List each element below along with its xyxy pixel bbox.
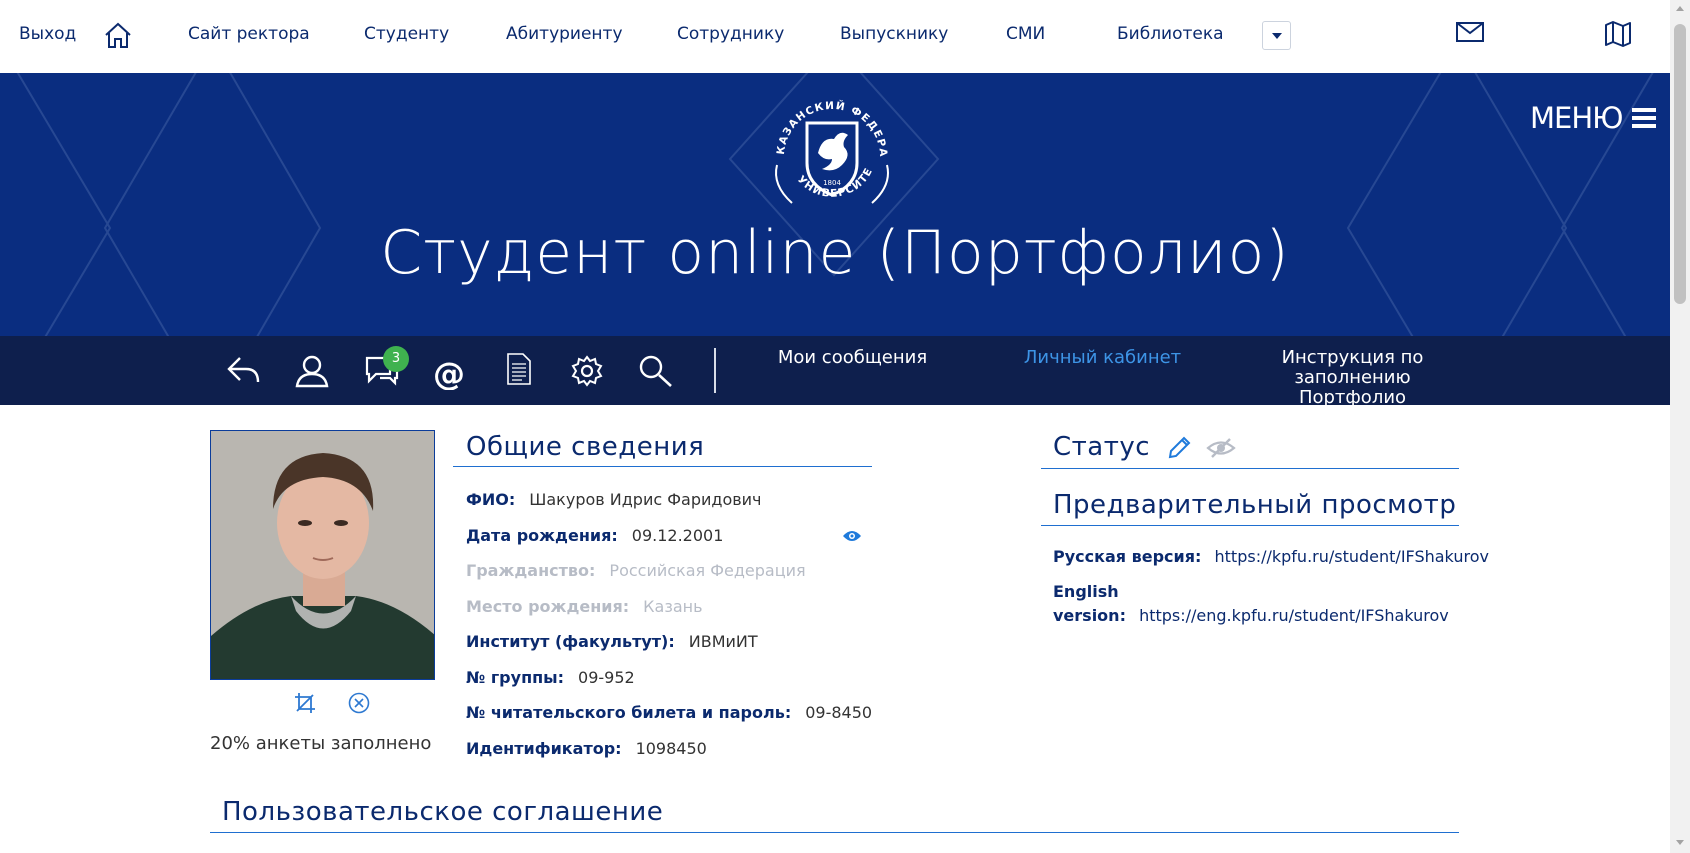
field-institute: Институт (факультут): ИВМиИТ	[466, 632, 758, 651]
field-birth-date: Дата рождения: 09.12.2001	[466, 526, 724, 545]
nav-rector-site[interactable]: Сайт ректора	[188, 24, 310, 44]
profile-photo	[210, 430, 435, 680]
caret-down-icon	[1272, 33, 1282, 39]
mail-icon[interactable]	[1456, 22, 1484, 46]
profile-completion-text: 20% анкеты заполнено	[210, 733, 432, 754]
preview-english-row: version: https://eng.kpfu.ru/student/IFS…	[1053, 606, 1449, 625]
more-dropdown-button[interactable]	[1262, 21, 1291, 50]
nav-media[interactable]: СМИ	[1006, 24, 1045, 44]
settings-gear-icon[interactable]	[570, 354, 604, 392]
status-heading: Статус	[1053, 432, 1151, 462]
status-underline	[1041, 468, 1459, 469]
document-icon[interactable]	[506, 352, 532, 390]
scrollbar-thumb[interactable]	[1674, 24, 1686, 304]
top-navigation: Выход Сайт ректора Студенту Абитуриенту …	[0, 0, 1670, 73]
eye-visibility-icon[interactable]	[842, 528, 862, 547]
personal-cabinet-link[interactable]: Личный кабинет	[1020, 348, 1185, 368]
hamburger-icon	[1632, 108, 1657, 128]
field-full-name: ФИО: Шакуров Идрис Фаридович	[466, 490, 762, 509]
scroll-up-arrow-icon[interactable]	[1676, 6, 1684, 11]
kfu-logo-icon: КАЗАНСКИЙ ФЕДЕРАЛЬНЫЙ УНИВЕРСИТЕТ 1804	[762, 85, 889, 204]
field-identifier: Идентификатор: 1098450	[466, 739, 707, 758]
hide-visibility-icon[interactable]	[1206, 437, 1236, 463]
home-icon[interactable]	[103, 20, 133, 50]
nav-graduate[interactable]: Выпускнику	[840, 24, 948, 44]
exit-link[interactable]: Выход	[19, 24, 76, 44]
svg-text:1804: 1804	[823, 179, 841, 187]
crop-icon[interactable]	[294, 692, 316, 718]
field-group-number: № группы: 09-952	[466, 668, 635, 687]
russian-version-link[interactable]: https://kpfu.ru/student/IFShakurov	[1215, 547, 1489, 566]
back-icon[interactable]	[226, 354, 262, 390]
preview-english-label-line1: English	[1053, 582, 1119, 601]
field-citizenship: Гражданство: Российская Федерация	[466, 561, 806, 580]
email-at-icon[interactable]: @	[432, 355, 466, 394]
scroll-down-arrow-icon[interactable]	[1676, 840, 1684, 845]
messages-count-badge: 3	[383, 346, 409, 372]
general-info-underline	[453, 466, 872, 467]
edit-pencil-icon[interactable]	[1166, 435, 1192, 465]
user-agreement-heading: Пользовательское соглашение	[222, 797, 664, 827]
nav-applicant[interactable]: Абитуриенту	[506, 24, 623, 44]
menu-label: МЕНЮ	[1530, 101, 1623, 135]
portfolio-toolbar: 3 @ Мои сообщения Личный кабинет Инструк…	[0, 336, 1670, 405]
photo-actions	[294, 692, 370, 718]
nav-employee[interactable]: Сотруднику	[677, 24, 784, 44]
page-scrollbar[interactable]	[1670, 0, 1690, 853]
field-reader-ticket: № читательского билета и пароль: 09-8450	[466, 703, 873, 722]
preview-underline	[1041, 525, 1459, 526]
nav-student[interactable]: Студенту	[364, 24, 449, 44]
delete-photo-icon[interactable]	[348, 692, 370, 718]
page-title: Студент online (Портфолио)	[380, 218, 1290, 288]
map-icon[interactable]	[1604, 20, 1632, 52]
preview-heading: Предварительный просмотр	[1053, 490, 1457, 520]
english-version-link[interactable]: https://eng.kpfu.ru/student/IFShakurov	[1139, 606, 1449, 625]
toolbar-divider	[714, 348, 716, 393]
preview-russian-row: Русская версия: https://kpfu.ru/student/…	[1053, 547, 1489, 566]
my-messages-link[interactable]: Мои сообщения	[770, 348, 935, 368]
nav-library[interactable]: Библиотека	[1117, 24, 1224, 44]
portfolio-instruction-link[interactable]: Инструкция по заполнению Портфолио	[1270, 348, 1435, 405]
svg-text:@: @	[433, 358, 465, 390]
user-agreement-underline	[210, 832, 1459, 833]
header-banner: КАЗАНСКИЙ ФЕДЕРАЛЬНЫЙ УНИВЕРСИТЕТ 1804 С…	[0, 73, 1670, 336]
profile-icon[interactable]	[294, 354, 330, 392]
search-icon[interactable]	[638, 354, 674, 392]
menu-button[interactable]: МЕНЮ	[1530, 101, 1657, 135]
general-info-heading: Общие сведения	[466, 432, 705, 462]
field-birth-place: Место рождения: Казань	[466, 597, 703, 616]
